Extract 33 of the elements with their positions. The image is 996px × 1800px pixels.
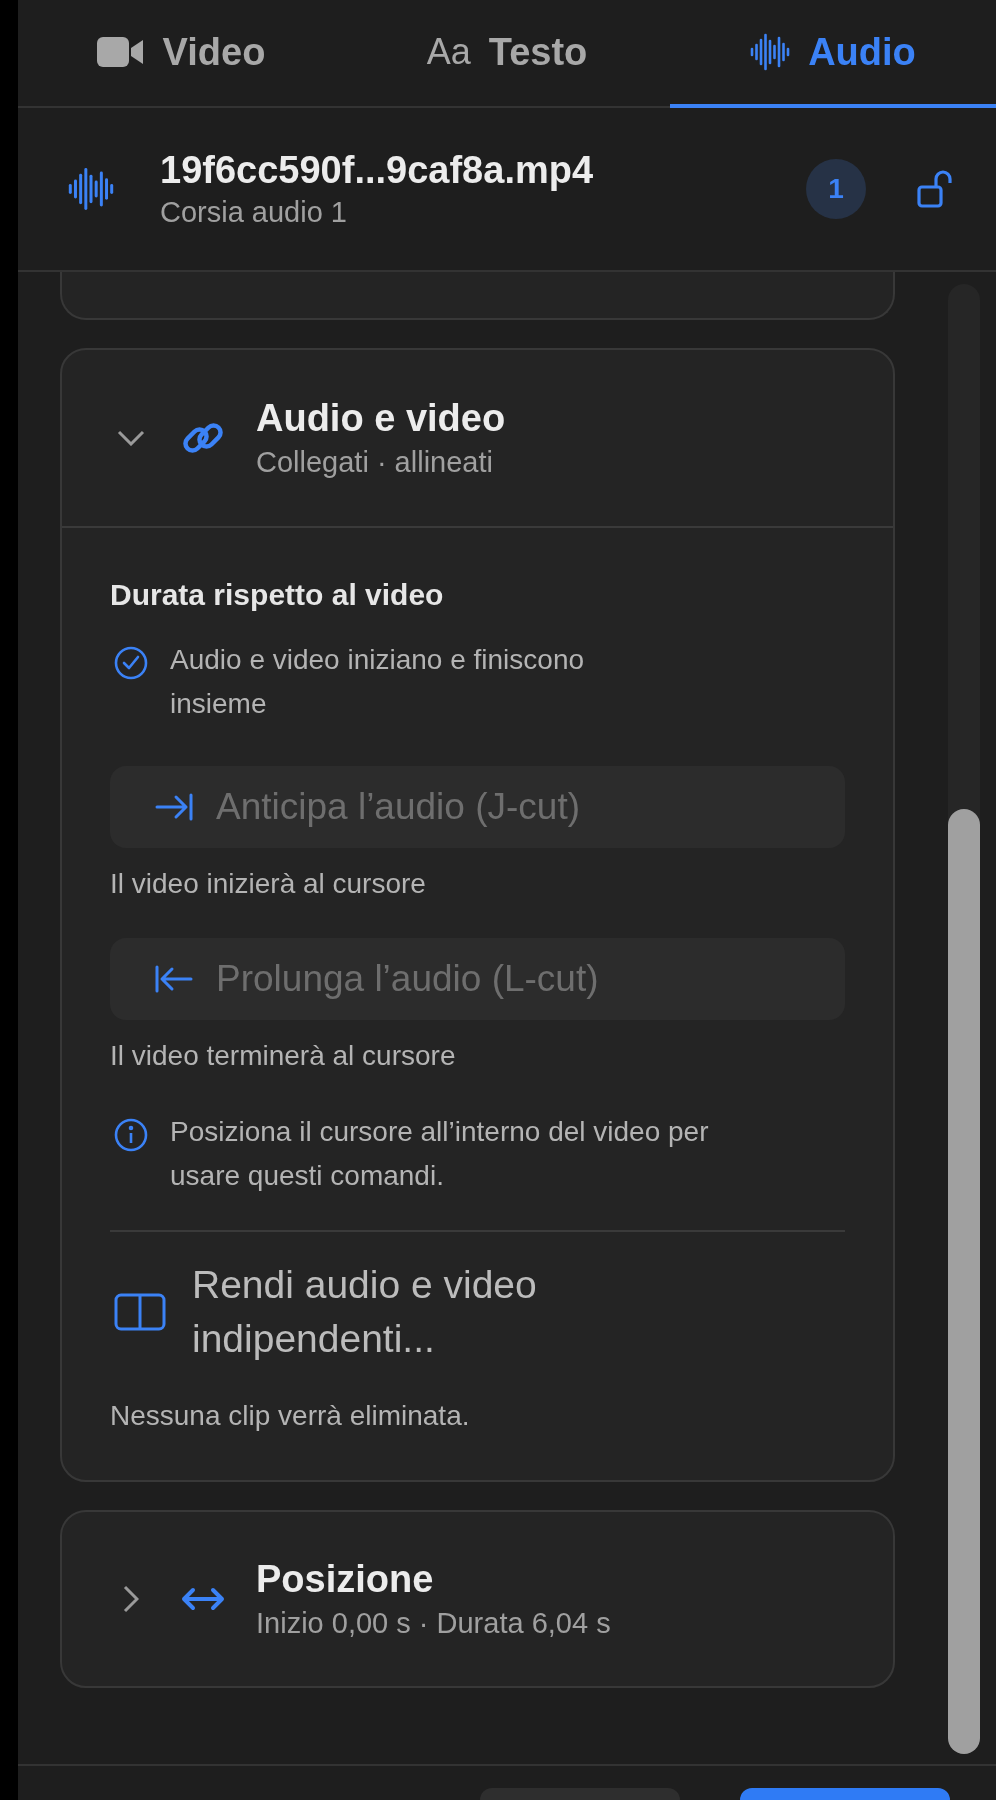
waveform-icon <box>750 33 791 71</box>
chevron-right-icon <box>123 1585 139 1613</box>
tab[interactable]: Audio <box>670 0 996 108</box>
arrow-to-bar-icon <box>154 964 194 994</box>
hint-text: Nessuna clip verrà eliminata. <box>110 1400 471 1432</box>
note-text: Audio e video iniziano e finiscono insieme <box>170 643 586 721</box>
section-subtitle: Collegati · allineati <box>256 446 494 479</box>
tab[interactable]: Video <box>18 0 344 108</box>
split-button[interactable]: Rendi audio e video indipendenti... <box>110 1258 845 1366</box>
section-title: Posizione <box>256 1558 435 1601</box>
split-panel-icon <box>114 1293 166 1331</box>
count-badge: 1 <box>806 159 866 219</box>
section-header[interactable]: Audio e video Collegati · allineati <box>62 350 893 528</box>
waveform-icon <box>68 167 114 211</box>
camera-icon <box>96 37 145 67</box>
group-heading: Durata rispetto al video <box>110 578 445 612</box>
chevron-down-icon <box>117 430 145 446</box>
clip-subtitle: Corsia audio 1 <box>160 196 348 229</box>
arrow-to-bar-icon <box>154 792 194 822</box>
hint-text: Il video inizierà al cursore <box>110 868 427 900</box>
check-circle-icon <box>114 646 148 680</box>
text-style-glyph: Aa <box>426 31 471 73</box>
section-title: Audio e video <box>256 397 506 440</box>
footer-button[interactable] <box>740 1788 950 1800</box>
note-text: Posiziona il cursore all’interno del video per usare questi comandi. <box>170 1115 710 1193</box>
section-header[interactable]: Posizione Inizio 0,00 s · Durata 6,04 s <box>62 1512 893 1686</box>
scrollbar-thumb[interactable] <box>948 809 980 1754</box>
clip-title: 19f6cc590f...9caf8a.mp4 <box>160 149 595 192</box>
double-arrow-icon <box>180 1586 226 1612</box>
hint-text: Il video terminerà al cursore <box>110 1040 457 1072</box>
info-icon <box>114 1118 148 1152</box>
tab[interactable]: Aa Testo <box>344 0 670 108</box>
section-subtitle: Inizio 0,00 s · Durata 6,04 s <box>256 1607 611 1640</box>
